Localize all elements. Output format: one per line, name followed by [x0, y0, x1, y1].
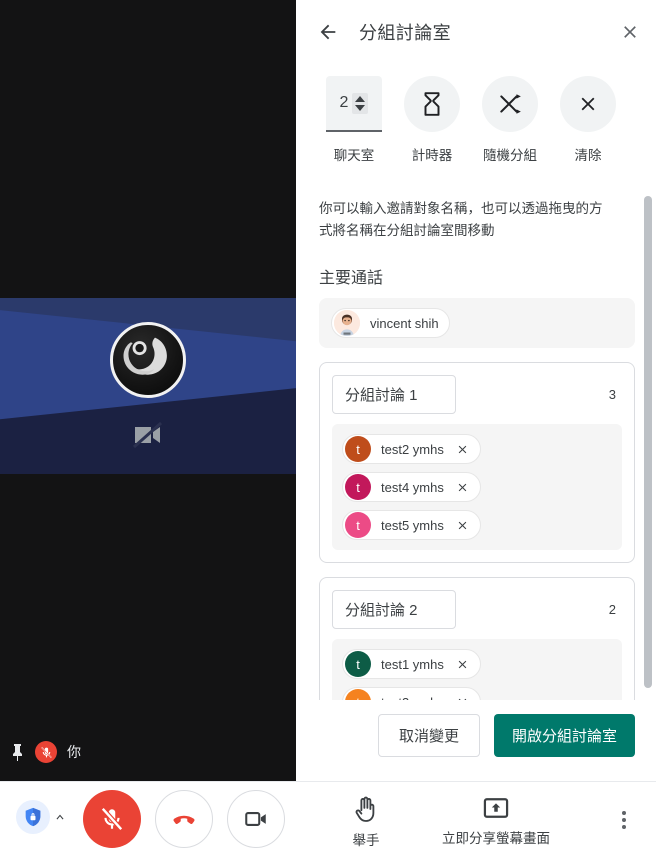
shuffle-icon — [500, 94, 521, 114]
panel-title: 分組討論室 — [359, 23, 451, 43]
more-vertical-icon — [622, 818, 626, 822]
remove-participant-icon[interactable] — [452, 476, 474, 498]
timer-label: 計時器 — [411, 148, 453, 163]
room-member-dropzone[interactable]: t test1 ymhs t test3 ymhs — [332, 639, 622, 700]
avatar: t — [345, 651, 371, 677]
leave-call-button[interactable] — [155, 790, 213, 848]
breakout-rooms-panel: 分組討論室 2 聊天室 計時器 隨機分組 清除 你可以輸入邀請對象名稱，也可以透… — [296, 0, 656, 781]
avatar — [334, 310, 360, 336]
room-header: 分組討論 2 2 — [332, 590, 622, 629]
self-name-strip: 你 — [10, 741, 81, 763]
panel-hint-text: 你可以輸入邀請對象名稱，也可以透過拖曳的方式將名稱在分組討論室間移動 — [319, 201, 603, 238]
participant-chip[interactable]: t test1 ymhs — [342, 649, 481, 679]
rooms-count-action: 2 聊天室 — [315, 76, 393, 164]
cancel-changes-button[interactable]: 取消變更 — [377, 713, 480, 757]
close-icon — [581, 97, 595, 111]
room-member-dropzone[interactable]: t test2 ymhs t test4 ymhs t test5 ymhs — [332, 424, 622, 550]
room-name-input[interactable]: 分組討論 2 — [332, 590, 456, 629]
participant-chip[interactable]: t test5 ymhs — [342, 510, 481, 540]
arrow-left-icon[interactable] — [315, 19, 341, 45]
room-header: 分組討論 1 3 — [332, 375, 622, 414]
mic-off-icon — [101, 807, 123, 831]
rooms-count-label: 聊天室 — [333, 148, 375, 163]
participant-name: test4 ymhs — [381, 479, 444, 495]
clear-button[interactable] — [560, 76, 616, 132]
main-call-title: 主要通話 — [319, 270, 384, 287]
breakout-room-card: 分組討論 2 2 t test1 ymhs — [319, 577, 635, 700]
panel-action-row: 2 聊天室 計時器 隨機分組 清除 — [297, 76, 656, 164]
meeting-toolbar: 舉手 立即分享螢幕畫面 — [0, 781, 656, 857]
panel-header: 分組討論室 — [297, 0, 656, 64]
main-call-dropzone[interactable]: vincent shih — [319, 298, 635, 348]
shuffle-action: 隨機分組 — [471, 76, 549, 164]
clear-label: 清除 — [574, 148, 602, 163]
rooms-count-value: 2 — [339, 94, 349, 111]
hangup-icon — [173, 815, 195, 824]
participant-name: test1 ymhs — [381, 656, 444, 672]
raise-hand-icon — [355, 796, 375, 822]
avatar: t — [345, 474, 371, 500]
avatar: t — [345, 436, 371, 462]
panel-scroll-area: 你可以輸入邀請對象名稱，也可以透過拖曳的方式將名稱在分組討論室間移動 主要通話 — [297, 180, 656, 700]
shield-lock-icon[interactable] — [16, 800, 50, 834]
participant-chip[interactable]: t test3 ymhs — [342, 687, 481, 700]
participant-name: test3 ymhs — [371, 695, 452, 701]
meeting-window: 你 分組討論室 2 聊天室 計時器 隨機分組 清除 你可以輸入邀請對象名稱，也可… — [0, 0, 656, 857]
camera-toggle-button[interactable] — [227, 790, 285, 848]
raise-hand-label: 舉手 — [352, 833, 380, 848]
present-screen-icon — [483, 798, 509, 818]
stepper-down-icon[interactable] — [355, 104, 366, 111]
open-breakout-rooms-button[interactable]: 開啟分組討論室 — [493, 713, 635, 757]
pin-icon[interactable] — [10, 743, 25, 762]
breakout-room-card: 分組討論 1 3 t test2 ymhs t test4 ymhs t tes… — [319, 362, 635, 563]
rooms-count-stepper[interactable] — [352, 92, 369, 114]
remove-participant-icon[interactable] — [452, 691, 474, 700]
remove-participant-icon[interactable] — [452, 514, 474, 536]
participant-chip[interactable]: vincent shih — [331, 308, 450, 338]
clear-action: 清除 — [549, 76, 627, 164]
timer-button[interactable] — [404, 76, 460, 132]
rooms-count-input[interactable]: 2 — [326, 76, 382, 132]
participant-name: test2 ymhs — [381, 441, 444, 457]
present-screen-button[interactable]: 立即分享螢幕畫面 — [442, 794, 550, 847]
camera-icon — [245, 812, 266, 826]
participant-name: vincent shih — [370, 315, 439, 331]
mic-off-icon — [35, 741, 57, 763]
more-options-button[interactable] — [612, 808, 636, 832]
participant-chip[interactable]: t test2 ymhs — [342, 434, 481, 464]
more-vertical-icon — [622, 811, 626, 815]
close-icon[interactable] — [617, 19, 643, 45]
scrollbar-thumb[interactable] — [644, 196, 652, 688]
participant-name: test5 ymhs — [381, 517, 444, 533]
present-screen-label: 立即分享螢幕畫面 — [442, 831, 550, 846]
self-name-label: 你 — [67, 744, 81, 760]
shuffle-button[interactable] — [482, 76, 538, 132]
hourglass-icon — [424, 92, 440, 116]
remove-participant-icon[interactable] — [452, 653, 474, 675]
vertical-scrollbar[interactable] — [644, 196, 652, 696]
participant-video-tile[interactable] — [0, 298, 296, 474]
stepper-up-icon[interactable] — [355, 95, 366, 102]
participant-chip[interactable]: t test4 ymhs — [342, 472, 481, 502]
remove-participant-icon[interactable] — [452, 438, 474, 460]
room-member-count: 2 — [608, 602, 616, 617]
chevron-up-icon[interactable] — [52, 809, 68, 825]
raise-hand-button[interactable]: 舉手 — [352, 794, 380, 849]
panel-footer: 取消變更 開啟分組討論室 — [297, 703, 656, 781]
security-control — [16, 800, 68, 834]
avatar: t — [345, 689, 371, 700]
shuffle-label: 隨機分組 — [483, 148, 537, 163]
video-stage: 你 — [0, 0, 296, 781]
room-name-input[interactable]: 分組討論 1 — [332, 375, 456, 414]
more-vertical-icon — [622, 825, 626, 829]
obs-logo-icon — [110, 322, 186, 398]
microphone-toggle-button[interactable] — [83, 790, 141, 848]
room-member-count: 3 — [608, 387, 616, 402]
timer-action: 計時器 — [393, 76, 471, 164]
avatar: t — [345, 512, 371, 538]
camera-off-icon — [131, 420, 165, 450]
